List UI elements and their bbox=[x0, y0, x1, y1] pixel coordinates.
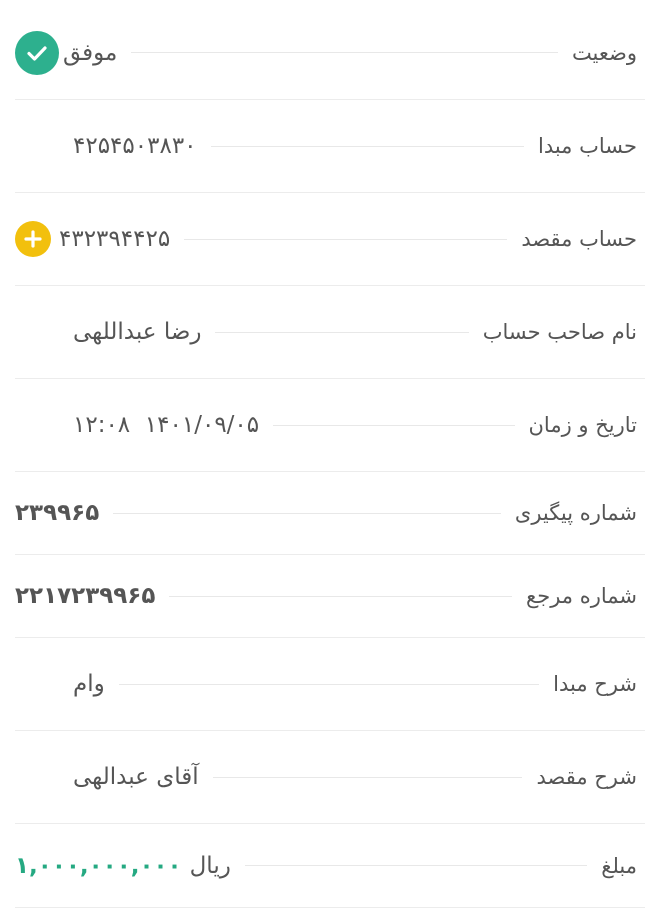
status-label: وضعیت bbox=[571, 40, 637, 65]
source-description-value: وام bbox=[15, 671, 105, 697]
tracking-number-text: ۲۳۹۹۶۵ bbox=[15, 500, 100, 526]
status-value: موفق bbox=[15, 30, 118, 75]
date-time-text: ۱۴۰۱/۰۹/۰۵ ۱۲:۰۸ bbox=[73, 412, 260, 438]
source-account-value: ۴۲۵۴۵۰۳۸۳۰ bbox=[15, 133, 197, 159]
source-description-row: شرح مبدا وام bbox=[15, 638, 645, 731]
status-text: موفق bbox=[63, 39, 118, 66]
amount-number: ۱,۰۰۰,۰۰۰,۰۰۰ bbox=[15, 852, 182, 879]
account-holder-label: نام صاحب حساب bbox=[482, 320, 637, 344]
source-account-row: حساب مبدا ۴۲۵۴۵۰۳۸۳۰ bbox=[15, 100, 645, 193]
destination-description-text: آقای عبدالهی bbox=[73, 764, 199, 790]
row-divider bbox=[118, 683, 540, 685]
account-holder-name: رضا عبداللهی bbox=[73, 319, 202, 345]
row-divider bbox=[131, 52, 558, 53]
reference-number-label: شماره مرجع bbox=[526, 584, 637, 608]
source-account-number: ۴۲۵۴۵۰۳۸۳۰ bbox=[73, 133, 197, 159]
amount-row: مبلغ ۱,۰۰۰,۰۰۰,۰۰۰ ریال bbox=[15, 824, 645, 908]
date-time-label: تاریخ و زمان bbox=[528, 413, 638, 437]
tracking-number-value: ۲۳۹۹۶۵ bbox=[15, 500, 99, 526]
row-divider bbox=[215, 331, 469, 333]
account-holder-value: رضا عبداللهی bbox=[15, 319, 201, 345]
amount-value: ۱,۰۰۰,۰۰۰,۰۰۰ ریال bbox=[15, 853, 231, 879]
row-divider bbox=[273, 424, 515, 426]
date-time-value: ۱۴۰۱/۰۹/۰۵ ۱۲:۰۸ bbox=[15, 412, 259, 438]
destination-description-label: شرح مقصد bbox=[536, 765, 637, 789]
destination-description-row: شرح مقصد آقای عبدالهی bbox=[15, 731, 645, 824]
reference-number-value: ۲۲۱۷۲۳۹۹۶۵ bbox=[15, 583, 155, 609]
add-circle-icon[interactable] bbox=[15, 221, 51, 257]
row-divider bbox=[169, 595, 513, 597]
row-divider bbox=[184, 238, 508, 240]
date-time-row: تاریخ و زمان ۱۴۰۱/۰۹/۰۵ ۱۲:۰۸ bbox=[15, 379, 645, 472]
source-description-label: شرح مبدا bbox=[553, 672, 637, 696]
account-holder-row: نام صاحب حساب رضا عبداللهی bbox=[15, 286, 645, 379]
transaction-details-list: وضعیت موفق حساب مبدا ۴۲۵۴۵۰۳۸۳۰ حساب مقص… bbox=[0, 0, 660, 908]
row-divider bbox=[113, 512, 501, 514]
tracking-number-label: شماره پیگیری bbox=[514, 501, 637, 525]
source-account-label: حساب مبدا bbox=[537, 134, 637, 158]
source-description-text: وام bbox=[73, 671, 105, 697]
amount-label: مبلغ bbox=[601, 853, 637, 878]
check-circle-icon bbox=[15, 30, 59, 75]
currency-label: ریال bbox=[189, 852, 231, 879]
reference-number-text: ۲۲۱۷۲۳۹۹۶۵ bbox=[15, 583, 156, 609]
destination-description-value: آقای عبدالهی bbox=[15, 764, 199, 790]
destination-account-row: حساب مقصد ۴۳۲۳۹۴۴۲۵ bbox=[15, 193, 645, 286]
destination-account-number: ۴۳۲۳۹۴۴۲۵ bbox=[59, 226, 171, 252]
destination-account-value: ۴۳۲۳۹۴۴۲۵ bbox=[15, 221, 170, 257]
tracking-number-row: شماره پیگیری ۲۳۹۹۶۵ bbox=[15, 472, 645, 555]
row-divider bbox=[212, 776, 523, 778]
reference-number-row: شماره مرجع ۲۲۱۷۲۳۹۹۶۵ bbox=[15, 555, 645, 638]
destination-account-label: حساب مقصد bbox=[521, 227, 637, 251]
row-divider bbox=[210, 145, 524, 147]
row-divider bbox=[244, 865, 588, 866]
status-row: وضعیت موفق bbox=[15, 6, 645, 100]
